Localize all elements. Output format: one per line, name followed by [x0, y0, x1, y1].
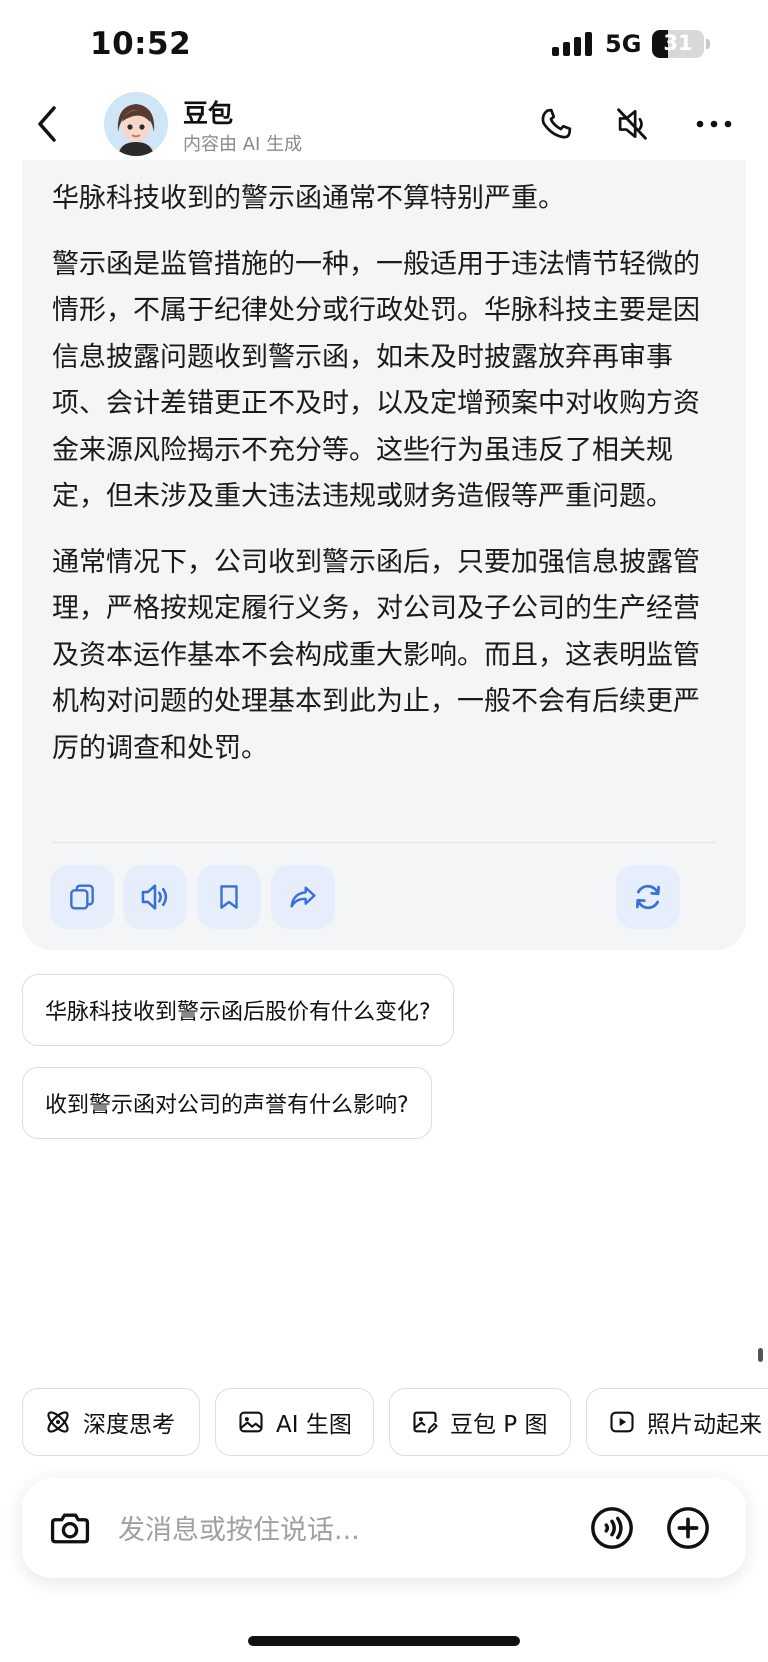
camera-icon: [50, 1513, 90, 1544]
tool-label: 照片动起来: [647, 1412, 762, 1438]
speaker-muted-icon: [617, 108, 647, 140]
network-label: 5G: [605, 30, 642, 58]
tool-deep-think[interactable]: 深度思考: [22, 1388, 200, 1456]
play-icon: [607, 1407, 637, 1437]
atom-icon: [43, 1407, 73, 1437]
chevron-left-icon: [38, 106, 56, 142]
add-button[interactable]: [664, 1504, 712, 1552]
mute-button[interactable]: [608, 100, 656, 148]
tool-label: AI 生图: [276, 1412, 352, 1438]
voice-icon: [591, 1507, 633, 1549]
battery-level: 31: [663, 31, 693, 55]
regenerate-button[interactable]: [616, 865, 680, 929]
tool-chips: 深度思考 AI 生图 豆包 P 图 照片动起来: [0, 1388, 768, 1456]
tool-label: 豆包 P 图: [450, 1412, 548, 1438]
tool-label: 深度思考: [83, 1412, 175, 1438]
status-bar: 10:52 5G 31: [0, 0, 768, 90]
more-button[interactable]: [690, 100, 738, 148]
tool-image-edit[interactable]: 豆包 P 图: [389, 1388, 571, 1456]
share-icon: [290, 886, 316, 908]
message-paragraph: 华脉科技收到的警示函通常不算特别严重。: [52, 183, 565, 214]
phone-icon: [541, 108, 572, 139]
read-aloud-button[interactable]: [123, 865, 187, 929]
chat-header: 豆包 内容由 AI 生成: [0, 90, 768, 160]
message-input[interactable]: 发消息或按住说话...: [118, 1508, 360, 1547]
camera-button[interactable]: [46, 1504, 94, 1552]
ai-disclaimer: 内容由 AI 生成: [183, 134, 303, 155]
copy-button[interactable]: [50, 865, 114, 929]
share-button[interactable]: [271, 865, 335, 929]
scrollbar[interactable]: [758, 1348, 763, 1362]
suggestion-chip[interactable]: 华脉科技收到警示函后股价有什么变化?: [22, 974, 454, 1046]
bot-name: 豆包: [183, 99, 234, 128]
bookmark-icon: [220, 885, 238, 909]
voice-button[interactable]: [588, 1504, 636, 1552]
speaker-icon: [141, 884, 168, 910]
divider: [52, 842, 716, 843]
more-dots-icon: [696, 120, 732, 128]
home-indicator: [248, 1636, 520, 1646]
avatar-image: [104, 92, 168, 156]
battery-nub: [706, 39, 710, 49]
message-paragraph: 通常情况下，公司收到警示函后，只要加强信息披露管理，严格按规定履行义务，对公司及…: [52, 546, 700, 764]
suggestion-chip[interactable]: 收到警示函对公司的声誉有什么影响?: [22, 1067, 432, 1139]
avatar[interactable]: [104, 92, 168, 156]
tool-animate-photo[interactable]: 照片动起来: [586, 1388, 768, 1456]
battery-icon: 31: [652, 30, 704, 58]
message-input-bar: 发消息或按住说话...: [22, 1478, 746, 1578]
status-time: 10:52: [90, 26, 192, 62]
tool-ai-image[interactable]: AI 生图: [215, 1388, 374, 1456]
copy-icon: [70, 884, 94, 910]
back-button[interactable]: [30, 102, 70, 146]
plus-icon: [667, 1507, 709, 1549]
call-button[interactable]: [532, 100, 580, 148]
message-paragraph: 警示函是监管措施的一种，一般适用于违法情节轻微的情形，不属于纪律处分或行政处罚。…: [52, 248, 700, 513]
signal-icon: [552, 32, 592, 56]
assistant-message: 华脉科技收到的警示函通常不算特别严重。 警示函是监管措施的一种，一般适用于违法情…: [22, 160, 746, 950]
image-edit-icon: [410, 1407, 440, 1437]
image-icon: [236, 1407, 266, 1437]
refresh-icon: [636, 884, 660, 910]
bookmark-button[interactable]: [197, 865, 261, 929]
